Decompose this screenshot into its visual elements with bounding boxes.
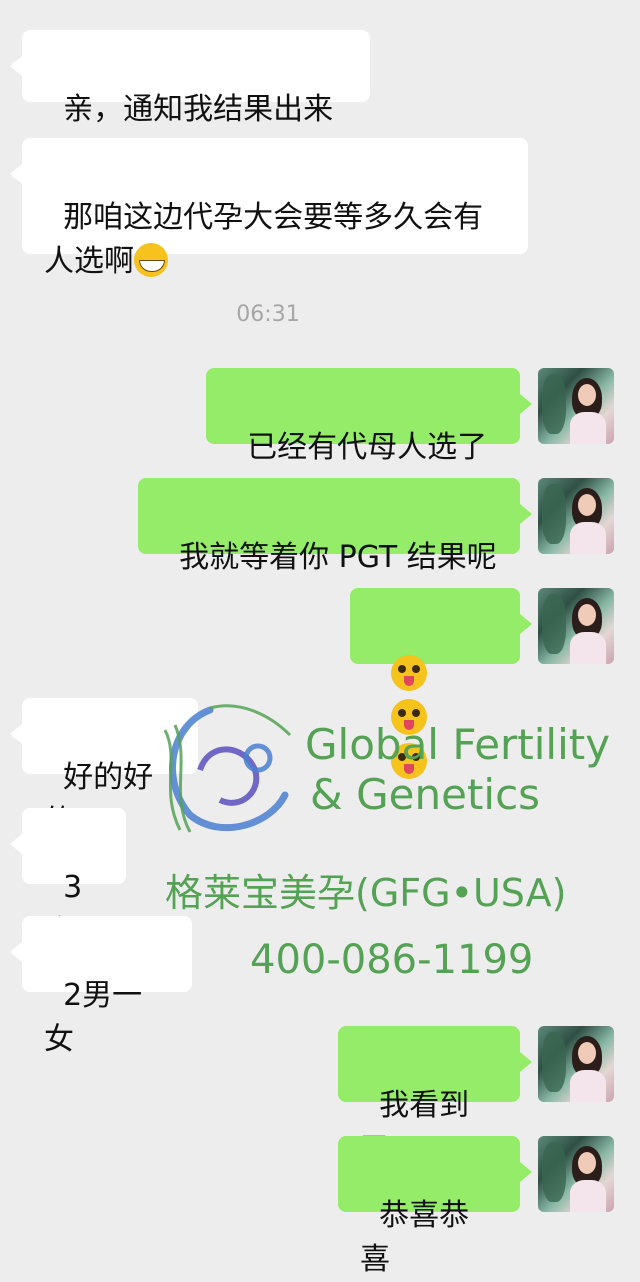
incoming-message-5[interactable]: 2男一女 [10,916,192,1057]
message-text: 已经有代母人选了 [247,430,488,465]
incoming-message-4[interactable]: 3个 [10,808,126,949]
avatar[interactable] [538,1136,614,1212]
watermark-phone: 400-086-1199 [250,937,534,983]
watermark-title-line2: & Genetics [310,770,541,819]
watermark-logo [163,704,292,833]
outgoing-message-1[interactable]: 已经有代母人选了 [206,368,532,465]
message-text: 那咱这边代孕大会要等多久会有 人选啊 [44,200,484,279]
outgoing-message-3[interactable] [350,588,532,779]
avatar[interactable] [538,368,614,444]
watermark-title-line1: Global Fertility [305,720,611,769]
message-text: 恭喜恭喜 [360,1198,470,1277]
incoming-message-2[interactable]: 那咱这边代孕大会要等多久会有 人选啊 [10,138,528,279]
message-text: 我就等着你 PGT 结果呢 [179,540,497,575]
avatar[interactable] [538,478,614,554]
message-text: 2男一女 [44,978,143,1057]
incoming-message-1[interactable]: 亲，通知我结果出来了 [10,30,370,171]
winking-tongue-emoji-icon [391,654,428,691]
watermark-chinese-name: 格莱宝美孕(GFG•USA) [165,871,567,915]
avatar[interactable] [538,588,614,664]
timestamp: 06:31 [236,302,300,327]
grinning-emoji-icon [134,243,168,277]
outgoing-message-2[interactable]: 我就等着你 PGT 结果呢 [138,478,532,575]
avatar[interactable] [538,1026,614,1102]
outgoing-message-4[interactable]: 我看到了 [338,1026,532,1167]
outgoing-message-5[interactable]: 恭喜恭喜 [338,1136,532,1277]
